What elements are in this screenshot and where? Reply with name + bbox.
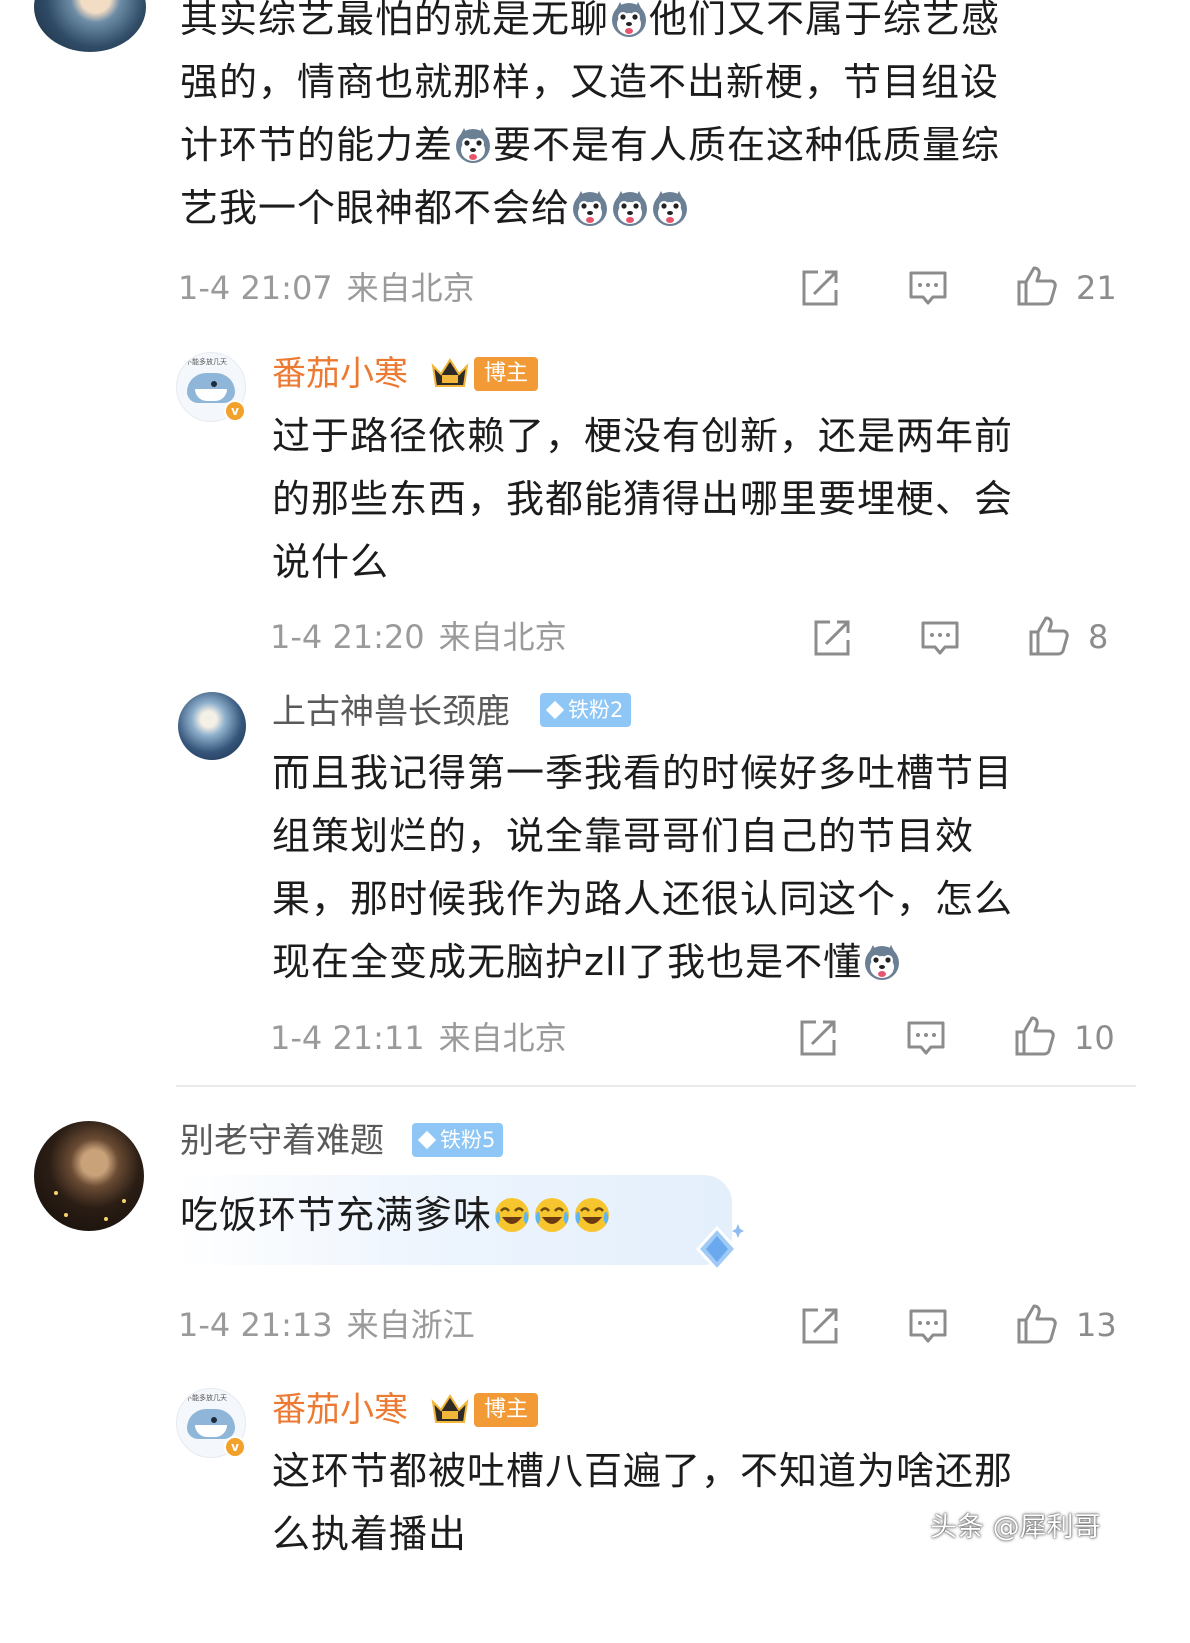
avatar[interactable] <box>34 1121 144 1231</box>
comment-button[interactable] <box>918 616 962 660</box>
comment-text: 其实综艺最怕的就是无聊 他们又不属于综艺感 强的，情商也就那样，又造不出新梗，节目… <box>180 0 1001 230</box>
fan-badge: 铁粉5 <box>412 1123 504 1157</box>
comment-meta: 1-4 21:13 来自浙江 <box>178 1305 475 1345</box>
username[interactable]: 番茄小寒 <box>272 1388 408 1432</box>
laugh-cry-emoji-icon <box>573 1196 611 1234</box>
watermark: 头条 @犀利哥 <box>930 1512 1101 1543</box>
location: 来自北京 <box>438 1019 567 1057</box>
fan-badge-label: 铁粉2 <box>568 698 624 722</box>
author-badge: 博主 <box>474 1393 539 1427</box>
comment-meta: 1-4 21:20 来自北京 <box>270 617 567 657</box>
avatar[interactable] <box>34 0 146 52</box>
username[interactable]: 番茄小寒 <box>272 352 408 396</box>
like-button[interactable] <box>1026 614 1070 658</box>
like-button[interactable] <box>1012 1014 1056 1058</box>
diamond-icon <box>417 1130 437 1150</box>
thumbs-up-icon <box>1026 614 1070 658</box>
crown-icon <box>430 356 470 390</box>
fan-badge-label: 铁粉5 <box>440 1128 496 1152</box>
husky-emoji-icon <box>863 943 901 981</box>
comment-icon <box>904 1016 948 1060</box>
comment-text: 吃饭环节充满爹味 <box>180 1184 780 1247</box>
like-count: 8 <box>1088 618 1109 656</box>
comment-text: 过于路径依赖了，梗没有创新，还是两年前 的那些东西，我都能猜得出哪里要埋梗、会 … <box>272 414 1014 584</box>
husky-emoji-icon <box>611 189 649 227</box>
share-button[interactable] <box>810 616 854 660</box>
thumbs-up-icon <box>1012 1014 1056 1058</box>
verified-v-icon: v <box>224 1436 246 1458</box>
diamond-icon <box>545 700 565 720</box>
timestamp: 1-4 21:13 <box>178 1306 333 1344</box>
username[interactable]: 上古神兽长颈鹿 <box>272 690 510 734</box>
comment-text: 而且我记得第一季我看的时候好多吐槽节目 组策划烂的，说全靠哥哥们自己的节目效 果… <box>272 751 1014 984</box>
fan-badge: 铁粉2 <box>540 693 632 727</box>
like-count: 21 <box>1076 269 1117 307</box>
husky-emoji-icon <box>610 0 648 38</box>
thumbs-up-icon <box>1014 1302 1058 1346</box>
comment-button[interactable] <box>906 266 950 310</box>
like-button[interactable] <box>1014 264 1058 308</box>
share-button[interactable] <box>798 1304 842 1348</box>
comment-button[interactable] <box>906 1304 950 1348</box>
comment-meta: 1-4 21:11 来自北京 <box>270 1018 567 1058</box>
timestamp: 1-4 21:20 <box>270 618 425 656</box>
avatar[interactable] <box>178 692 246 760</box>
avatar-caption: 不能多放几天 <box>185 1394 227 1402</box>
share-icon <box>810 616 854 660</box>
location: 来自北京 <box>438 618 567 656</box>
like-button[interactable] <box>1014 1302 1058 1346</box>
share-button[interactable] <box>796 1016 840 1060</box>
comment-meta: 1-4 21:07 来自北京 <box>178 268 475 308</box>
location: 来自浙江 <box>346 1306 475 1344</box>
laugh-cry-emoji-icon <box>493 1196 531 1234</box>
divider <box>176 1085 1136 1087</box>
comment-icon <box>906 1304 950 1348</box>
location: 来自北京 <box>346 269 475 307</box>
timestamp: 1-4 21:07 <box>178 269 333 307</box>
husky-emoji-icon <box>651 189 689 227</box>
share-button[interactable] <box>798 266 842 310</box>
verified-v-icon: v <box>224 400 246 422</box>
like-count: 10 <box>1074 1019 1115 1057</box>
comment-icon <box>918 616 962 660</box>
husky-emoji-icon <box>571 189 609 227</box>
like-count: 13 <box>1076 1306 1117 1344</box>
username[interactable]: 别老守着难题 <box>180 1119 384 1163</box>
husky-emoji-icon <box>454 126 492 164</box>
laugh-cry-emoji-icon <box>533 1196 571 1234</box>
share-icon <box>796 1016 840 1060</box>
comment-icon <box>906 266 950 310</box>
comment-button[interactable] <box>904 1016 948 1060</box>
share-icon <box>798 266 842 310</box>
crown-icon <box>430 1392 470 1426</box>
share-icon <box>798 1304 842 1348</box>
thumbs-up-icon <box>1014 264 1058 308</box>
avatar-caption: 不能多放几天 <box>185 358 227 366</box>
author-badge: 博主 <box>474 357 539 391</box>
timestamp: 1-4 21:11 <box>270 1019 425 1057</box>
